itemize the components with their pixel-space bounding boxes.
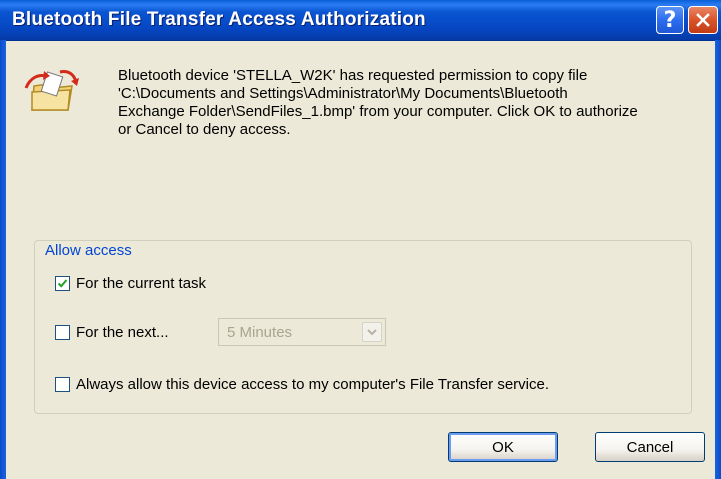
message-line: 'C:\Documents and Settings\Administrator… — [118, 85, 568, 102]
dialog-window: Bluetooth File Transfer Access Authoriza… — [0, 0, 721, 479]
allow-access-legend: Allow access — [42, 242, 135, 259]
for-next-checkbox[interactable] — [55, 325, 70, 340]
message-line: Bluetooth device 'STELLA_W2K' has reques… — [118, 67, 588, 84]
ok-button[interactable]: OK — [448, 432, 558, 462]
duration-select[interactable]: 5 Minutes — [218, 318, 386, 346]
chevron-down-icon — [367, 329, 377, 336]
help-button[interactable]: ? — [656, 6, 684, 34]
check-icon — [57, 279, 68, 288]
close-button[interactable] — [688, 6, 718, 34]
window-title: Bluetooth File Transfer Access Authoriza… — [12, 9, 426, 30]
always-allow-checkbox[interactable] — [55, 377, 70, 392]
message-line: Exchange Folder\SendFiles_1.bmp' from yo… — [118, 103, 638, 120]
for-next-option[interactable]: For the next... — [55, 324, 169, 341]
cancel-button[interactable]: Cancel — [595, 432, 705, 462]
close-icon — [696, 13, 710, 27]
current-task-label[interactable]: For the current task — [76, 275, 206, 292]
always-allow-option[interactable]: Always allow this device access to my co… — [55, 376, 549, 393]
title-bar[interactable]: Bluetooth File Transfer Access Authoriza… — [0, 0, 721, 41]
for-next-label[interactable]: For the next... — [76, 324, 169, 341]
duration-select-value: 5 Minutes — [227, 324, 293, 341]
always-allow-label[interactable]: Always allow this device access to my co… — [76, 376, 549, 393]
message-line: or Cancel to deny access. — [118, 121, 291, 138]
window-frame-left — [0, 40, 6, 479]
current-task-option[interactable]: For the current task — [55, 275, 206, 292]
help-icon: ? — [663, 7, 677, 33]
request-message: Bluetooth device 'STELLA_W2K' has reques… — [118, 67, 718, 139]
file-transfer-icon — [24, 70, 79, 111]
current-task-checkbox[interactable] — [55, 276, 70, 291]
duration-dropdown-button[interactable] — [362, 322, 382, 342]
